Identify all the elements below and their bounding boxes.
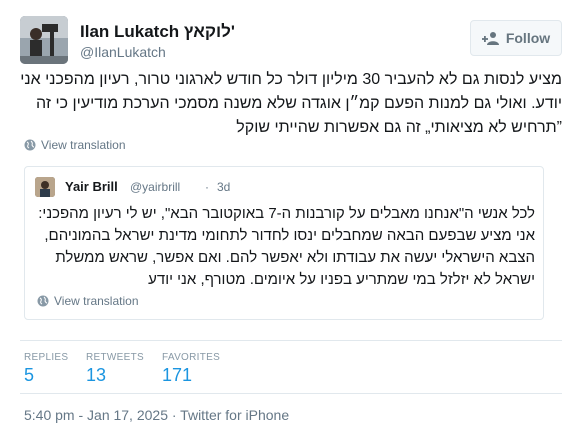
quoted-author-handle: @yairbrill [130, 180, 181, 194]
stat-replies[interactable]: REPLIES 5 [24, 352, 68, 386]
quoted-view-translation-label: View translation [54, 294, 139, 308]
quoted-author-avatar [35, 177, 55, 197]
stat-favorites-value: 171 [162, 365, 193, 385]
globe-icon [24, 139, 36, 151]
quoted-tweet-text: לכל אנשי ה"אנחנו מאבלים על קורבנות ה-7 ב… [38, 205, 535, 288]
stat-replies-label: REPLIES [24, 352, 69, 363]
stat-favorites[interactable]: FAVORITES 171 [162, 352, 220, 386]
add-user-icon [481, 32, 499, 45]
author-avatar[interactable] [20, 16, 68, 64]
stats-divider-bottom [20, 393, 562, 394]
author-handle[interactable]: @IlanLukatch [80, 44, 166, 60]
view-translation-link[interactable]: View translation [24, 138, 126, 152]
tweet-header: Ilan Lukatch לוקאץ' @IlanLukatch Follow [20, 16, 562, 72]
tweet-text: מציע לנסות גם לא להעביר 30 מיליון דולר כ… [20, 71, 562, 136]
follow-button[interactable]: Follow [470, 20, 562, 56]
view-translation-label: View translation [41, 138, 126, 152]
stat-replies-value: 5 [24, 365, 35, 385]
quoted-author-name: Yair Brill [65, 179, 118, 194]
quoted-timestamp: 3d [217, 180, 231, 194]
quoted-view-translation-link[interactable]: View translation [37, 294, 139, 308]
stat-retweets-label: RETWEETS [86, 352, 144, 363]
stat-retweets[interactable]: RETWEETS 13 [86, 352, 144, 386]
author-name[interactable]: Ilan Lukatch לוקאץ' [80, 22, 235, 42]
follow-button-label: Follow [505, 30, 551, 46]
tweet-timestamp-source: 5:40 pm - Jan 17, 2025 · Twitter for iPh… [24, 407, 290, 423]
stat-favorites-label: FAVORITES [162, 352, 221, 363]
quoted-separator: · [205, 180, 209, 194]
stats-divider-top [20, 340, 562, 341]
quoted-tweet[interactable]: Yair Brill @yairbrill · 3d לכל אנשי ה"אנ… [24, 166, 544, 320]
stat-retweets-value: 13 [86, 365, 107, 385]
globe-icon [37, 295, 49, 307]
